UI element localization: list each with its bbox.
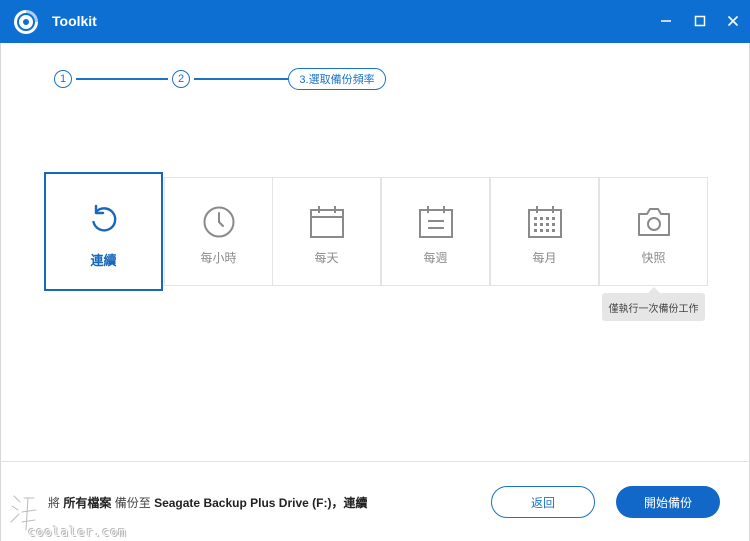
summary-frequency: 連續 (343, 496, 368, 510)
option-continuous[interactable]: 連續 (44, 172, 163, 291)
summary-middle: 備份至 (114, 496, 151, 510)
step-connector (194, 78, 288, 80)
step-2[interactable]: 2 (172, 70, 190, 88)
calendar-week-icon (418, 206, 453, 238)
option-label: 快照 (641, 251, 666, 265)
option-label: 連續 (90, 253, 117, 268)
calendar-month-icon (527, 206, 562, 238)
close-button[interactable] (723, 11, 743, 31)
option-label: 每小時 (200, 251, 237, 265)
summary-destination: Seagate Backup Plus Drive (F:) (154, 496, 332, 510)
frequency-options: 連續 每小時 每天 每週 每月 快照 (44, 172, 709, 291)
close-icon (727, 15, 739, 27)
option-daily[interactable]: 每天 (272, 177, 381, 286)
minimize-button[interactable] (656, 11, 676, 31)
minimize-icon (661, 20, 671, 22)
watermark-text: coolaler.com (28, 525, 127, 539)
option-label: 每天 (314, 251, 339, 265)
maximize-button[interactable] (690, 11, 710, 31)
step-1[interactable]: 1 (54, 70, 72, 88)
backup-summary: 將 所有檔案 備份至 Seagate Backup Plus Drive (F:… (48, 494, 368, 511)
window-border-left (0, 43, 1, 541)
option-label: 每週 (423, 251, 448, 265)
camera-icon (637, 208, 670, 236)
step-3-current: 3.選取備份頻率 (288, 68, 386, 90)
step-connector (76, 78, 168, 80)
start-backup-button[interactable]: 開始備份 (616, 486, 720, 518)
clock-icon (203, 206, 234, 238)
back-button[interactable]: 返回 (491, 486, 595, 518)
summary-separator: ， (331, 496, 344, 510)
continuous-refresh-icon (91, 204, 116, 232)
option-hourly[interactable]: 每小時 (164, 177, 273, 286)
option-label: 每月 (532, 251, 557, 265)
snapshot-tooltip: 僅執行一次備份工作 (602, 293, 705, 321)
maximize-icon (694, 15, 706, 27)
option-snapshot[interactable]: 快照 (599, 177, 708, 286)
title-bar: Toolkit (0, 0, 750, 43)
summary-prefix: 將 (48, 496, 61, 510)
footer-divider (0, 461, 750, 462)
window-title: Toolkit (52, 13, 97, 29)
calendar-day-icon (309, 206, 344, 238)
option-monthly[interactable]: 每月 (490, 177, 599, 286)
summary-source: 所有檔案 (63, 496, 112, 510)
toolkit-logo-icon (14, 10, 38, 34)
option-weekly[interactable]: 每週 (381, 177, 490, 286)
